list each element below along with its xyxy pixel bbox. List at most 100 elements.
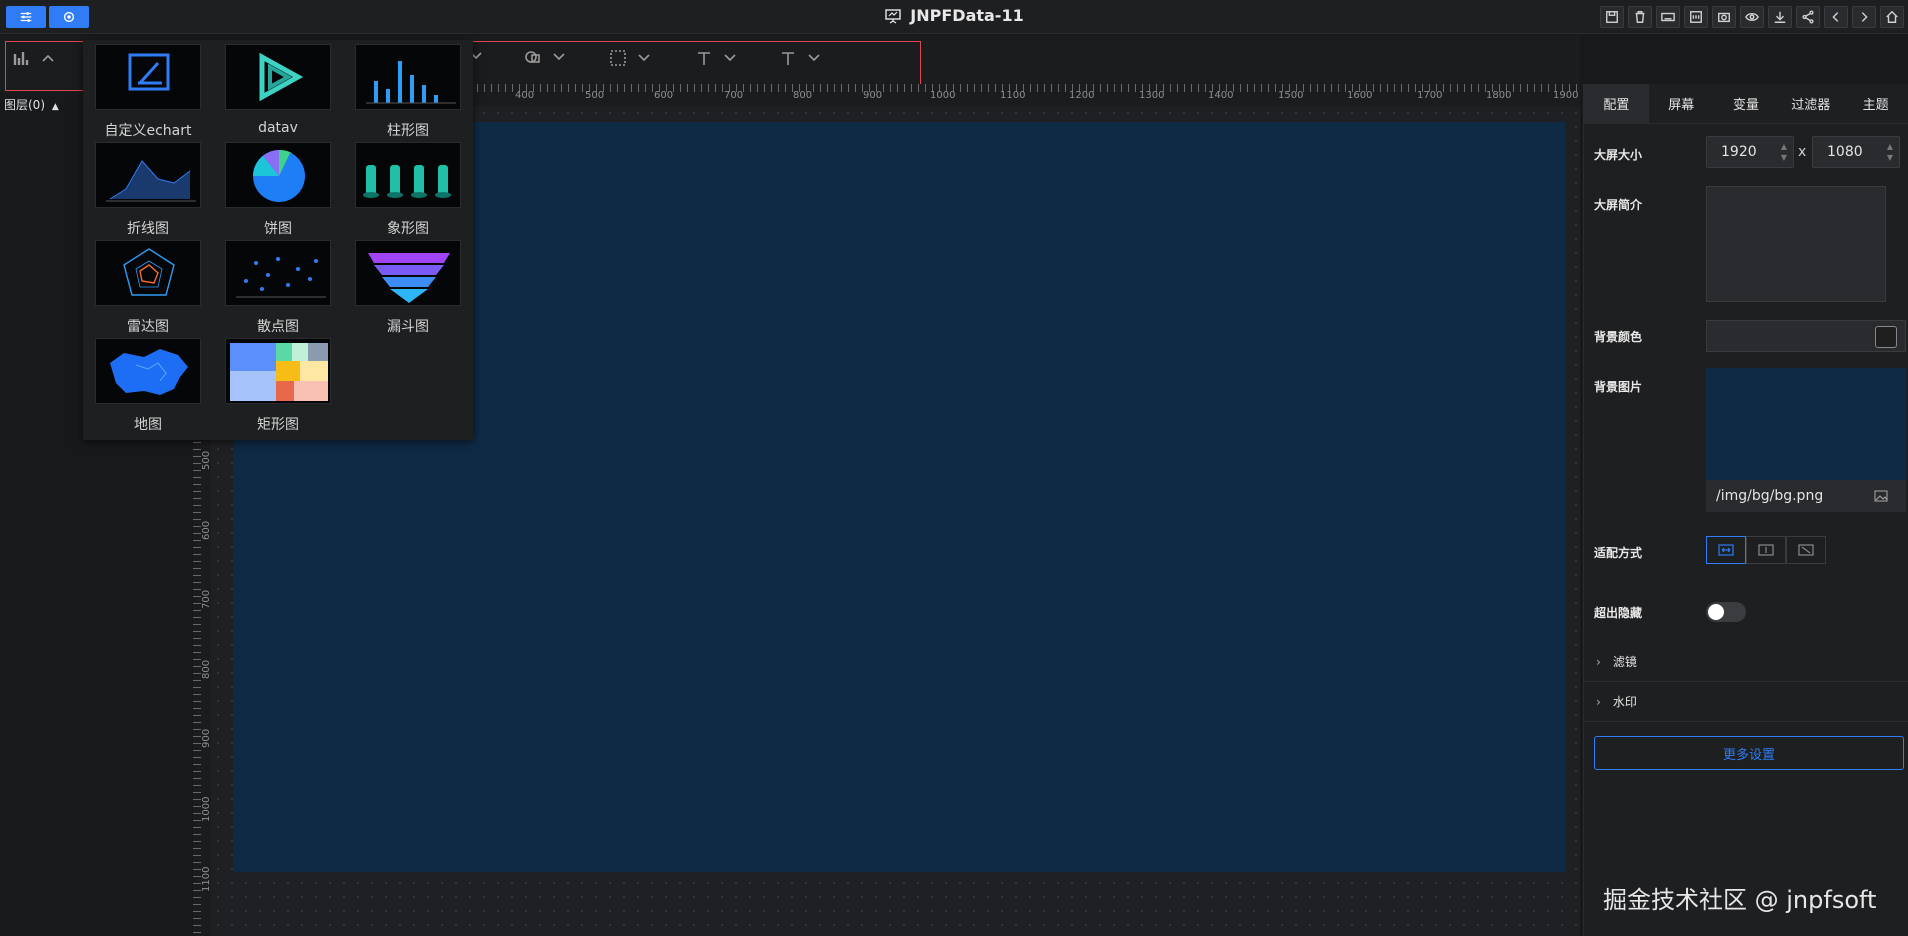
- stepper-icon: ▲ ▼: [1886, 142, 1893, 162]
- tab-filters[interactable]: 过滤器: [1778, 84, 1843, 123]
- top-tools: [1600, 6, 1904, 28]
- chart-item-treemap[interactable]: 矩形图: [213, 338, 343, 436]
- ruler-label: 1100: [1000, 90, 1026, 101]
- chart-label: 矩形图: [257, 417, 299, 433]
- chart-label: 饼图: [264, 221, 292, 237]
- fit-width-icon: [1718, 544, 1734, 556]
- watermark-label: 水印: [1612, 695, 1637, 709]
- filter-label: 滤镜: [1612, 655, 1637, 669]
- bg-image-path-field[interactable]: /img/bg/bg.png: [1706, 480, 1906, 512]
- undo-button[interactable]: [1824, 6, 1848, 28]
- chart-thumb: [225, 338, 331, 404]
- keyboard-button[interactable]: [1656, 6, 1680, 28]
- trash-icon: [1635, 11, 1645, 23]
- treemap-chart-thumb-icon: [230, 343, 328, 401]
- chart-label: 漏斗图: [387, 319, 429, 335]
- screenshot-button[interactable]: [1712, 6, 1736, 28]
- code-button[interactable]: [1684, 6, 1708, 28]
- save-button[interactable]: [1600, 6, 1624, 28]
- tab-config[interactable]: 配置: [1584, 84, 1649, 123]
- top-bar: JNPFData-11: [0, 0, 1908, 34]
- stepper-icon: ▲ ▼: [1780, 142, 1787, 162]
- chart-thumb: [95, 142, 201, 208]
- chart-item-radar[interactable]: 雷达图: [83, 240, 213, 338]
- chart-thumb: [95, 240, 201, 306]
- screen-size-label: 大屏大小: [1594, 148, 1643, 162]
- ruler-label: 400: [515, 90, 535, 101]
- ruler-label: 800: [793, 90, 813, 101]
- ruler-label: 1600: [1347, 90, 1373, 101]
- chart-label: 自定义echart: [104, 123, 192, 139]
- chart-item-pie[interactable]: 饼图: [213, 142, 343, 240]
- ruler-label: 1700: [1417, 90, 1443, 101]
- chevron-right-icon: ›: [1596, 654, 1601, 669]
- screen-height-input[interactable]: 1080 ▲ ▼: [1812, 136, 1900, 168]
- datav-logo-icon: [259, 52, 304, 102]
- fit-full-button[interactable]: [1786, 536, 1826, 564]
- camera-icon: [1718, 12, 1730, 23]
- screen-width-input[interactable]: 1920 ▲ ▼: [1706, 136, 1794, 168]
- chart-thumb: [95, 44, 201, 110]
- chart-label: 象形图: [387, 221, 429, 237]
- layers-toggle[interactable]: 图层(0) ▲: [0, 96, 82, 118]
- pictorial-chart-thumb-icon: [363, 165, 451, 198]
- caret-up-icon: ▲: [51, 102, 59, 112]
- tab-screen[interactable]: 屏幕: [1649, 84, 1714, 123]
- chart-label: datav: [258, 120, 298, 136]
- site-watermark: 掘金技术社区 @ jnpfsoft: [1603, 886, 1877, 914]
- ruler-label: 500: [585, 90, 605, 101]
- fit-height-button[interactable]: [1746, 536, 1786, 564]
- chart-thumb: [95, 338, 201, 404]
- download-icon: [1774, 11, 1786, 23]
- fit-width-button[interactable]: [1706, 536, 1746, 564]
- overflow-hidden-toggle[interactable]: [1706, 602, 1746, 622]
- redo-button[interactable]: [1852, 6, 1876, 28]
- chart-thumb: [225, 44, 331, 110]
- color-swatch-icon[interactable]: [1875, 326, 1897, 348]
- ruler-label: 1800: [1486, 90, 1512, 101]
- share-button[interactable]: [1796, 6, 1820, 28]
- filter-section[interactable]: › 滤镜: [1584, 642, 1908, 682]
- chart-item-line[interactable]: 折线图: [83, 142, 213, 240]
- ruler-label: 1200: [1069, 90, 1095, 101]
- ruler-label: 1500: [1278, 90, 1304, 101]
- image-icon[interactable]: [1874, 490, 1888, 502]
- chart-item-scatter[interactable]: 散点图: [213, 240, 343, 338]
- tab-variables[interactable]: 变量: [1714, 84, 1779, 123]
- fit-mode-label: 适配方式: [1594, 546, 1643, 560]
- screen-intro-textarea[interactable]: [1706, 186, 1886, 302]
- tab-theme[interactable]: 主题: [1843, 84, 1908, 123]
- chart-item-pictorial[interactable]: 象形图: [343, 142, 473, 240]
- scatter-chart-thumb-icon: [236, 257, 326, 298]
- chart-item-funnel[interactable]: 漏斗图: [343, 240, 473, 338]
- size-separator: x: [1798, 144, 1807, 160]
- chart-thumb: [355, 240, 461, 306]
- chart-label: 地图: [134, 417, 162, 433]
- more-settings-button[interactable]: 更多设置: [1594, 736, 1904, 770]
- chart-item-map[interactable]: 地图: [83, 338, 213, 436]
- save-icon: [1606, 11, 1618, 23]
- chart-label: 柱形图: [387, 123, 429, 139]
- ruler-label: 600: [654, 90, 674, 101]
- chevron-right-icon: ›: [1596, 694, 1601, 709]
- fit-height-icon: [1758, 544, 1774, 556]
- chart-item-custom-echart[interactable]: 自定义echart: [83, 44, 213, 142]
- delete-button[interactable]: [1628, 6, 1652, 28]
- radar-chart-thumb-icon: [123, 248, 175, 296]
- preview-button[interactable]: [1740, 6, 1764, 28]
- home-icon: [1886, 10, 1898, 23]
- chart-item-datav[interactable]: datav: [213, 44, 343, 142]
- ruler-label: 1400: [1208, 90, 1234, 101]
- screen-intro-label: 大屏简介: [1594, 198, 1643, 212]
- home-button[interactable]: [1880, 6, 1904, 28]
- funnel-chart-thumb-icon: [368, 253, 450, 303]
- bg-color-picker[interactable]: [1706, 320, 1906, 352]
- bg-image-preview[interactable]: [1706, 368, 1906, 480]
- ruler-label: 1300: [1139, 90, 1165, 101]
- fit-mode-group: [1706, 536, 1826, 564]
- watermark-section[interactable]: › 水印: [1584, 682, 1908, 722]
- code-icon: [1690, 11, 1702, 23]
- chart-label: 雷达图: [127, 319, 169, 335]
- chart-item-bar[interactable]: 柱形图: [343, 44, 473, 142]
- download-button[interactable]: [1768, 6, 1792, 28]
